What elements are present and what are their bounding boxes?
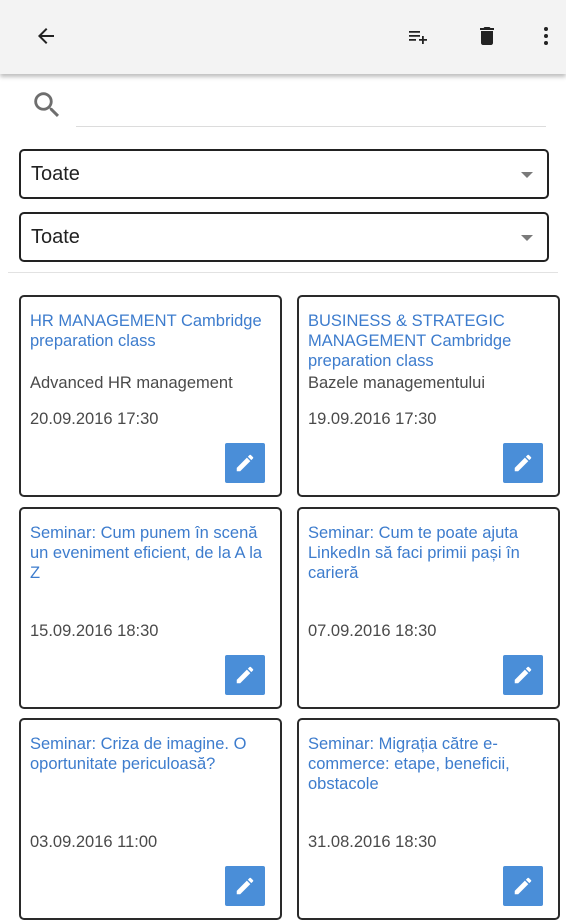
pencil-icon [236,877,254,895]
event-card[interactable]: HR MANAGEMENT Cambridge preparation clas… [19,295,282,497]
event-date: 20.09.2016 17:30 [30,410,159,428]
event-date: 07.09.2016 18:30 [308,622,437,640]
event-card[interactable]: Seminar: Cum te poate ajuta LinkedIn să … [297,507,560,709]
search-icon [30,88,64,122]
search-bar [0,74,566,136]
filter-select-1[interactable]: Toate [19,149,549,199]
event-title[interactable]: Seminar: Cum punem în scenă un eveniment… [30,523,274,583]
edit-button[interactable] [503,655,543,695]
pencil-icon [514,877,532,895]
event-subtitle: Bazele managementului [308,374,486,392]
event-title[interactable]: Seminar: Cum te poate ajuta LinkedIn să … [308,523,552,583]
filter-select-2[interactable]: Toate [19,212,549,262]
divider [8,272,558,273]
event-title[interactable]: Seminar: Migrația către e-commerce: etap… [308,734,552,794]
filter-select-1-value: Toate [31,163,80,185]
back-button[interactable] [24,14,68,58]
pencil-icon [514,666,532,684]
event-date: 15.09.2016 18:30 [30,622,159,640]
search-input[interactable] [76,86,546,127]
event-card[interactable]: Seminar: Criza de imagine. O oportunitat… [19,718,282,920]
event-title[interactable]: Seminar: Criza de imagine. O oportunitat… [30,734,274,774]
edit-button[interactable] [225,655,265,695]
trash-icon [480,27,494,45]
filter-select-2-value: Toate [31,226,80,248]
event-title[interactable]: HR MANAGEMENT Cambridge preparation clas… [30,311,274,351]
pencil-icon [236,454,254,472]
event-date: 31.08.2016 18:30 [308,833,437,851]
delete-button[interactable] [465,14,509,58]
more-vertical-icon [544,27,548,45]
event-title[interactable]: BUSINESS & STRATEGIC MANAGEMENT Cambridg… [308,311,552,371]
event-card[interactable]: BUSINESS & STRATEGIC MANAGEMENT Cambridg… [297,295,560,497]
app-toolbar [0,0,566,74]
event-card[interactable]: Seminar: Cum punem în scenă un eveniment… [19,507,282,709]
pencil-icon [236,666,254,684]
edit-button[interactable] [225,866,265,906]
more-options-button[interactable] [524,14,566,58]
edit-button[interactable] [503,866,543,906]
event-card[interactable]: Seminar: Migrația către e-commerce: etap… [297,718,560,920]
arrow-left-icon [38,28,54,44]
add-to-list-button[interactable] [396,14,440,58]
pencil-icon [514,454,532,472]
event-date: 19.09.2016 17:30 [308,410,437,428]
event-subtitle: Advanced HR management [30,374,233,392]
event-date: 03.09.2016 11:00 [30,833,158,851]
dropdown-caret-icon [521,172,533,178]
playlist-add-icon [409,31,427,44]
dropdown-caret-icon [521,235,533,241]
edit-button[interactable] [225,443,265,483]
edit-button[interactable] [503,443,543,483]
